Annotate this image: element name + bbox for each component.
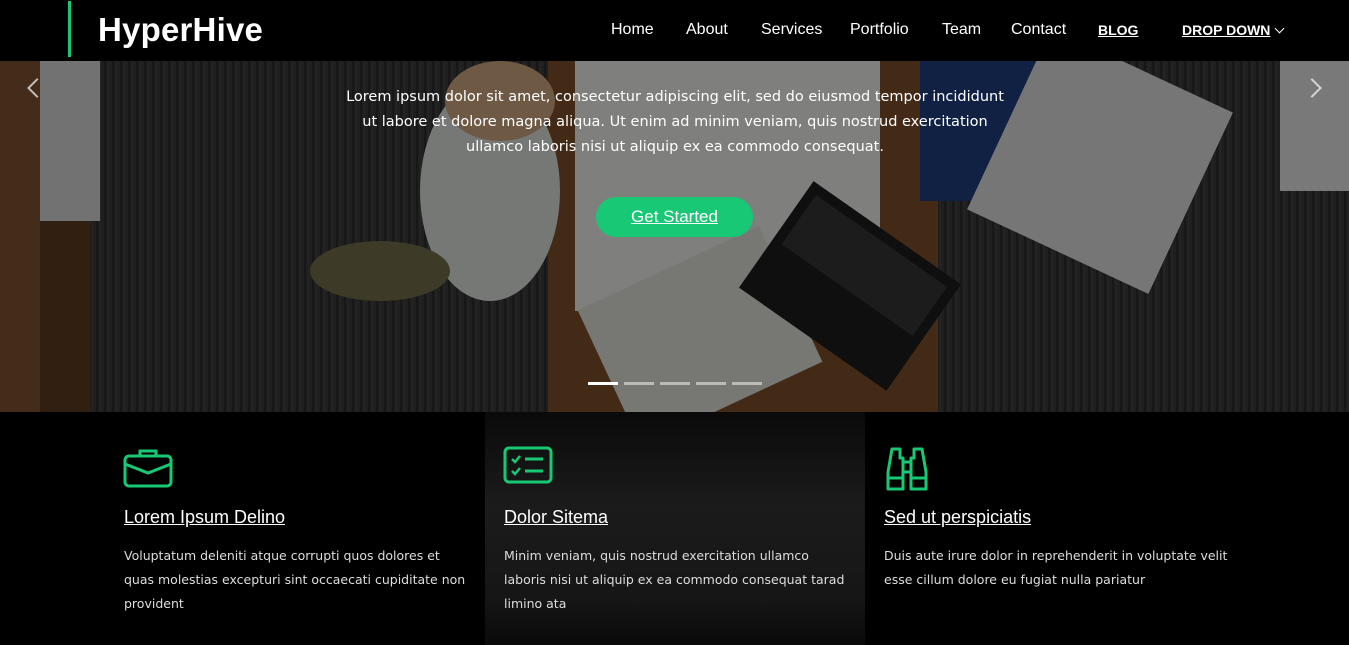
carousel-indicator[interactable]	[696, 382, 726, 385]
features-section: Lorem Ipsum Delino Voluptatum deleniti a…	[0, 412, 1349, 645]
feature-description: Duis aute irure dolor in reprehenderit i…	[884, 548, 1228, 587]
checklist-icon	[503, 446, 553, 484]
feature-card: Sed ut perspiciatis Duis aute irure dolo…	[865, 412, 1245, 645]
nav-services[interactable]: Services	[761, 20, 822, 40]
feature-title[interactable]: Sed ut perspiciatis	[884, 507, 1031, 528]
feature-description: Minim veniam, quis nostrud exercitation …	[504, 548, 845, 611]
nav-team[interactable]: Team	[942, 20, 981, 40]
main-nav: Home About Services Portfolio Team Conta…	[0, 20, 1349, 40]
nav-blog[interactable]: BLOG	[1098, 20, 1138, 40]
nav-contact[interactable]: Contact	[1011, 20, 1066, 40]
chevron-down-icon	[1274, 23, 1285, 34]
carousel-indicator[interactable]	[624, 382, 654, 385]
hero-carousel: Lorem ipsum dolor sit amet, consectetur …	[0, 61, 1349, 412]
nav-home[interactable]: Home	[611, 20, 654, 40]
briefcase-icon	[123, 449, 173, 488]
carousel-indicator[interactable]	[588, 382, 618, 385]
nav-dropdown-label: DROP DOWN	[1182, 22, 1271, 38]
nav-dropdown[interactable]: DROP DOWN	[1182, 20, 1285, 40]
hero-text: Lorem ipsum dolor sit amet, consectetur …	[346, 89, 1004, 155]
binoculars-icon	[886, 447, 928, 491]
site-header: HyperHive Home About Services Portfolio …	[0, 0, 1349, 61]
carousel-indicator[interactable]	[660, 382, 690, 385]
carousel-indicator[interactable]	[732, 382, 762, 385]
feature-title[interactable]: Dolor Sitema	[504, 507, 608, 528]
nav-about[interactable]: About	[686, 20, 728, 40]
feature-card: Lorem Ipsum Delino Voluptatum deleniti a…	[105, 412, 485, 645]
feature-title[interactable]: Lorem Ipsum Delino	[124, 507, 285, 528]
feature-card: Dolor Sitema Minim veniam, quis nostrud …	[485, 412, 865, 645]
nav-portfolio[interactable]: Portfolio	[850, 20, 909, 40]
feature-description: Voluptatum deleniti atque corrupti quos …	[124, 548, 466, 611]
get-started-button[interactable]: Get Started	[596, 197, 753, 237]
